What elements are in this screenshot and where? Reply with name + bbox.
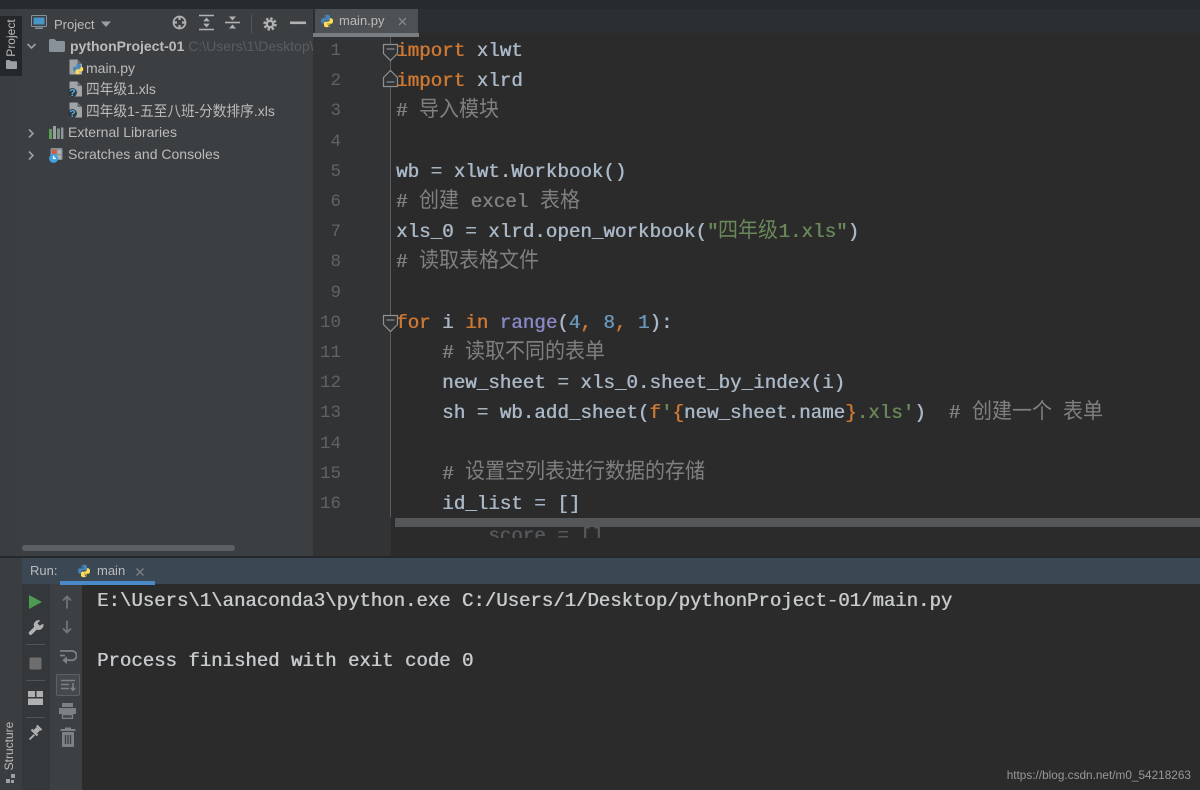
svg-text:?: ? (69, 87, 75, 97)
svg-text:?: ? (69, 108, 75, 118)
